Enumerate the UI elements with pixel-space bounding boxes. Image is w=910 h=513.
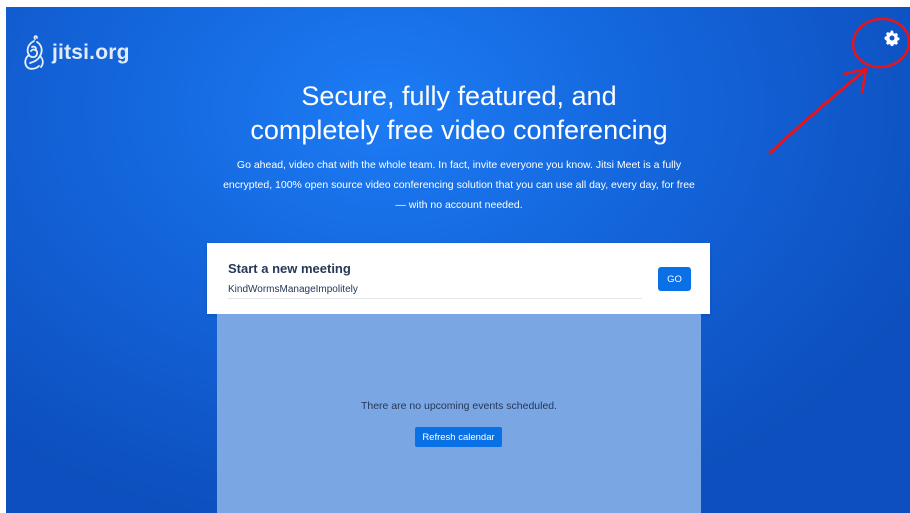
hero-description: Go ahead, video chat with the whole team…	[223, 159, 695, 211]
calendar-panel: There are no upcoming events scheduled. …	[217, 314, 701, 513]
refresh-calendar-button[interactable]: Refresh calendar	[415, 427, 502, 447]
start-meeting-card: Start a new meeting GO	[207, 243, 710, 314]
jitsi-logo[interactable]: jitsi.org	[20, 33, 130, 73]
no-events-message: There are no upcoming events scheduled.	[360, 400, 558, 412]
settings-button[interactable]	[882, 28, 902, 48]
jitsi-logo-icon	[24, 35, 44, 70]
page-background: jitsi.org Secure, fully featured, and co…	[6, 7, 910, 513]
room-name-input[interactable]	[228, 281, 642, 299]
logo-text: jitsi.org	[52, 41, 130, 64]
hero-title-line-2: completely free video conferencing	[250, 115, 668, 145]
gear-icon	[884, 30, 900, 46]
go-button[interactable]: GO	[658, 267, 691, 291]
hero-title-line-1: Secure, fully featured, and	[301, 81, 617, 111]
hero-title: Secure, fully featured, and completely f…	[6, 79, 910, 147]
card-title: Start a new meeting	[228, 261, 351, 276]
